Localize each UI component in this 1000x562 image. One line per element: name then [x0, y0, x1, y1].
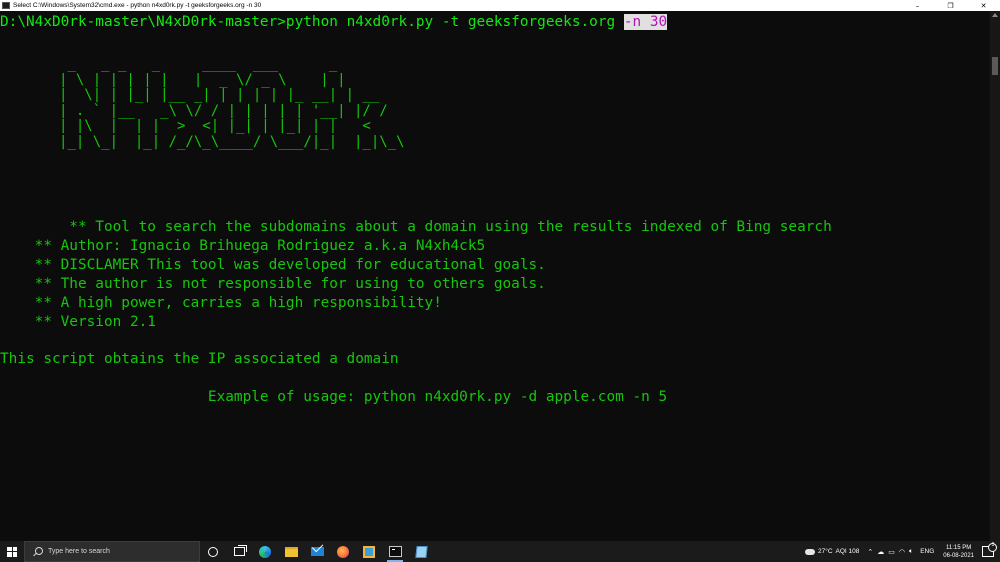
command-text: python n4xd0rk.py -t geeksforgeeks.org	[285, 14, 624, 30]
task-view-button[interactable]	[226, 541, 252, 562]
maximize-button[interactable]: ❐	[934, 0, 967, 11]
file-explorer-taskbar-button[interactable]	[278, 541, 304, 562]
mail-taskbar-button[interactable]	[304, 541, 330, 562]
ascii-banner: _ _ _ _ ____ ___ _ | \ | | | | | | _ \/ …	[59, 56, 405, 150]
onedrive-icon[interactable]: ☁	[877, 548, 884, 556]
notepad-icon	[414, 545, 428, 558]
usage-line: Example of usage: python n4xd0rk.py -d a…	[0, 389, 668, 405]
scrollbar-thumb[interactable]	[992, 57, 998, 75]
notification-center-icon[interactable]: 3	[982, 542, 997, 557]
taskbar-search-box[interactable]: Type here to search	[24, 541, 200, 562]
app-icon	[363, 545, 375, 558]
windows-logo-icon	[7, 546, 17, 557]
system-tray: 27°C AQI 108 ⌃ ☁ ▭ ◠ 🔈︎ ENG 11:15 PM 06-…	[805, 541, 1000, 562]
selected-text[interactable]: -n 30	[623, 14, 668, 30]
cmd-app-icon[interactable]	[2, 2, 10, 9]
command-line: D:\N4xD0rk-master\N4xD0rk-master>python …	[0, 13, 668, 32]
window-title-bar[interactable]: Select C:\Windows\System32\cmd.exe - pyt…	[0, 0, 1000, 11]
file-explorer-icon	[284, 546, 298, 557]
info-line: ** The author is not responsible for usi…	[0, 276, 546, 292]
firefox-taskbar-button[interactable]	[330, 541, 356, 562]
vertical-scrollbar[interactable]	[990, 11, 1000, 541]
app-taskbar-button[interactable]	[356, 541, 382, 562]
chevron-up-icon[interactable]: ⌃	[867, 548, 873, 556]
info-line: ** Author: Ignacio Brihuega Rodriguez a.…	[0, 238, 486, 254]
window-controls: – ❐ ✕	[901, 0, 1000, 11]
scroll-up-arrow-icon[interactable]	[992, 13, 998, 17]
close-button[interactable]: ✕	[967, 0, 1000, 11]
taskbar-clock[interactable]: 11:15 PM 06-08-2021	[943, 544, 974, 560]
notepad-taskbar-button[interactable]	[408, 541, 434, 562]
cortana-button[interactable]	[200, 541, 226, 562]
edge-browser-icon	[259, 545, 271, 558]
taskbar: Type here to search 27°C AQI 108 ⌃ ☁ ▭ ◠…	[0, 541, 1000, 562]
weather-widget[interactable]: 27°C AQI 108	[805, 548, 859, 555]
mail-icon	[310, 547, 324, 556]
clock-date: 06-08-2021	[943, 552, 974, 559]
minimize-button[interactable]: –	[901, 0, 934, 11]
search-icon	[33, 547, 43, 556]
console-output[interactable]: D:\N4xD0rk-master\N4xD0rk-master>python …	[0, 11, 990, 541]
volume-icon[interactable]: 🔈︎	[909, 547, 913, 556]
battery-icon[interactable]: ▭	[888, 548, 895, 556]
cloud-icon	[805, 548, 815, 555]
network-icon[interactable]: ◠	[899, 548, 905, 556]
weather-temperature: 27°C	[818, 548, 833, 555]
window-title: Select C:\Windows\System32\cmd.exe - pyt…	[13, 2, 262, 9]
command-prompt-icon	[388, 546, 402, 557]
firefox-icon	[337, 545, 349, 558]
weather-aqi: AQI 108	[835, 548, 860, 555]
start-button[interactable]	[0, 541, 24, 562]
cortana-icon	[208, 546, 218, 557]
cmd-taskbar-button[interactable]	[382, 541, 408, 562]
notification-count: 3	[991, 542, 995, 548]
language-indicator[interactable]: ENG	[920, 548, 934, 555]
prompt-path: D:\N4xD0rk-master\N4xD0rk-master>	[0, 14, 286, 30]
info-line: ** A high power, carries a high responsi…	[0, 295, 442, 311]
info-line: ** Version 2.1	[0, 314, 156, 330]
info-line: ** DISCLAMER This tool was developed for…	[0, 257, 546, 273]
clock-time: 11:15 PM	[946, 544, 972, 551]
search-placeholder: Type here to search	[48, 548, 110, 555]
info-line: ** Tool to search the subdomains about a…	[0, 219, 832, 235]
task-view-icon	[233, 545, 247, 556]
description-line: This script obtains the IP associated a …	[0, 351, 399, 367]
edge-taskbar-button[interactable]	[252, 541, 278, 562]
